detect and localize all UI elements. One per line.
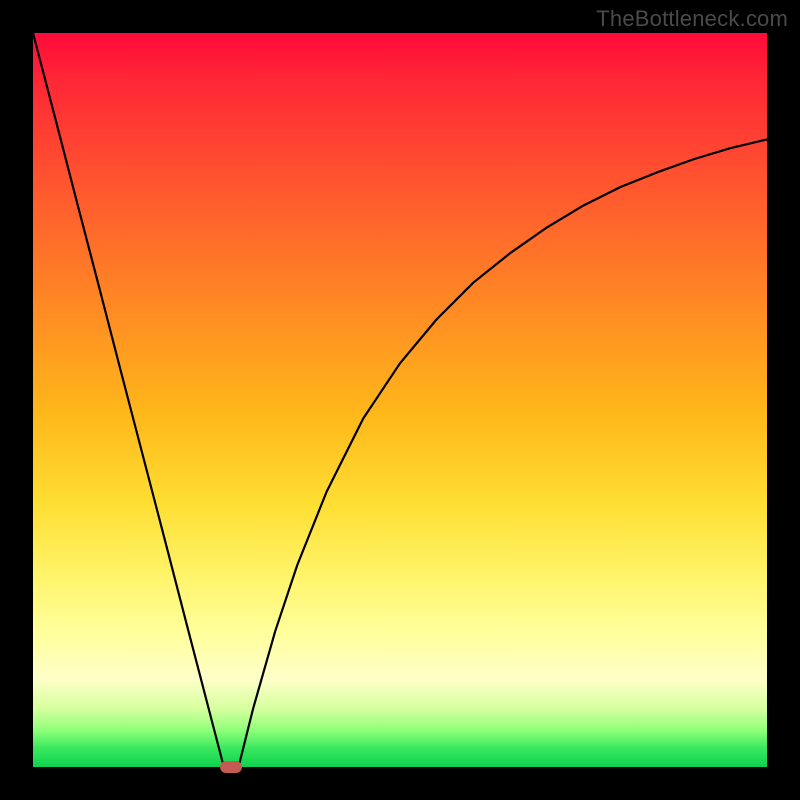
watermark-text: TheBottleneck.com	[596, 6, 788, 32]
chart-frame: TheBottleneck.com	[0, 0, 800, 800]
curve-path	[33, 33, 767, 767]
minimum-marker	[220, 761, 242, 773]
plot-area	[33, 33, 767, 767]
bottleneck-curve	[33, 33, 767, 767]
